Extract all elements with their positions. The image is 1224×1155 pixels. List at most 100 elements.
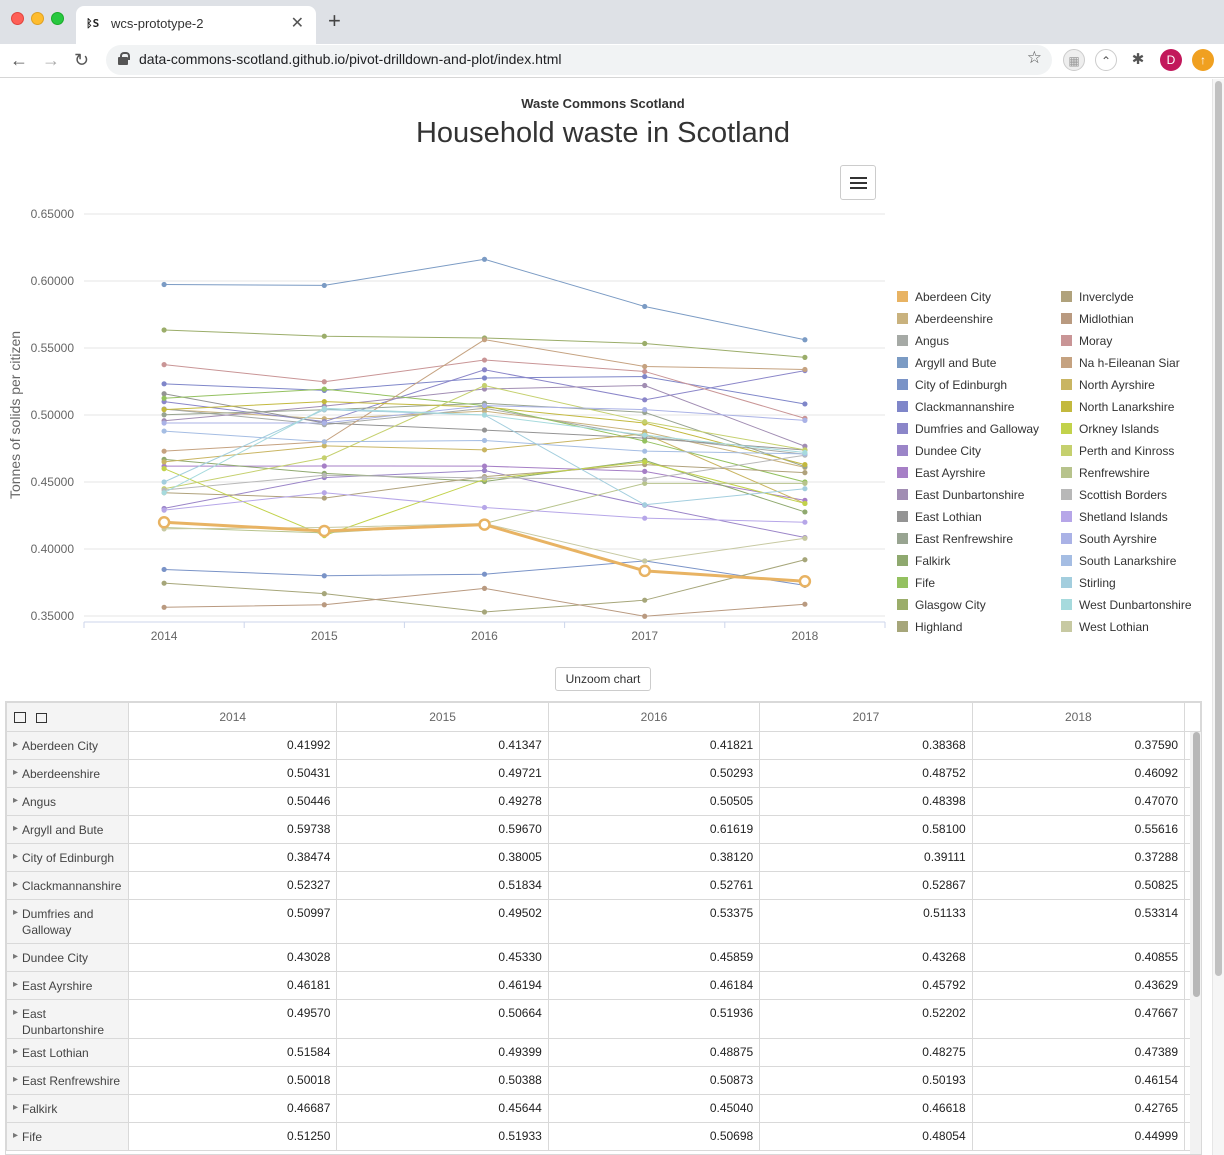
profile-avatar[interactable]: D <box>1160 49 1182 71</box>
forward-arrow-icon[interactable]: → <box>42 47 60 73</box>
legend-swatch[interactable] <box>897 401 908 412</box>
legend-item-label[interactable]: Fife <box>915 576 935 590</box>
zoom-window-button[interactable] <box>51 12 64 25</box>
puzzle-extensions-icon[interactable]: ✱ <box>1127 49 1149 71</box>
legend-swatch[interactable] <box>897 313 908 324</box>
bookmark-star-icon[interactable]: ☆ <box>1027 48 1042 68</box>
column-header[interactable]: 2015 <box>336 702 549 732</box>
legend-item-label[interactable]: East Dunbartonshire <box>915 488 1025 502</box>
unzoom-chart-button[interactable]: Unzoom chart <box>555 667 651 691</box>
minimize-window-button[interactable] <box>31 12 44 25</box>
legend-swatch[interactable] <box>1061 555 1072 566</box>
table-scrollbar-thumb[interactable] <box>1193 732 1200 997</box>
legend-swatch[interactable] <box>897 335 908 346</box>
legend-swatch[interactable] <box>1061 335 1072 346</box>
legend-swatch[interactable] <box>1061 291 1072 302</box>
legend-item-label[interactable]: Orkney Islands <box>1079 422 1159 436</box>
legend-item-label[interactable]: East Renfrewshire <box>915 532 1013 546</box>
legend-item-label[interactable]: Angus <box>915 334 949 348</box>
legend-item-label[interactable]: East Lothian <box>915 510 982 524</box>
legend-item-label[interactable]: Na h-Eileanan Siar <box>1079 356 1180 370</box>
row-header-expander[interactable]: East Ayrshire <box>6 971 129 1000</box>
extension-icon[interactable]: ▦ <box>1063 49 1085 71</box>
legend-item-label[interactable]: West Lothian <box>1079 620 1149 634</box>
legend-swatch[interactable] <box>1061 401 1072 412</box>
browser-tab[interactable]: ᛒS wcs-prototype-2 ✕ <box>76 6 316 44</box>
legend-swatch[interactable] <box>897 489 908 500</box>
legend-swatch[interactable] <box>897 467 908 478</box>
row-header-expander[interactable]: Clackmannanshire <box>6 871 129 900</box>
legend-item-label[interactable]: Argyll and Bute <box>915 356 997 370</box>
legend-item-label[interactable]: West Dunbartonshire <box>1079 598 1192 612</box>
legend-swatch[interactable] <box>1061 379 1072 390</box>
swap-axes-icon[interactable] <box>14 712 26 724</box>
legend-swatch[interactable] <box>897 423 908 434</box>
legend-item-label[interactable]: Aberdeenshire <box>915 312 993 326</box>
legend-item-label[interactable]: Inverclyde <box>1079 290 1134 304</box>
chart-menu-button[interactable] <box>840 165 876 200</box>
legend-swatch[interactable] <box>897 445 908 456</box>
row-header-expander[interactable]: Angus <box>6 787 129 816</box>
legend-swatch[interactable] <box>897 621 908 632</box>
legend-item-label[interactable]: South Ayrshire <box>1079 532 1157 546</box>
row-header-expander[interactable]: East Lothian <box>6 1038 129 1067</box>
legend-item-label[interactable]: Dumfries and Galloway <box>915 422 1039 436</box>
new-tab-button[interactable]: + <box>328 10 341 32</box>
row-header-expander[interactable]: City of Edinburgh <box>6 843 129 872</box>
row-header-expander[interactable]: East Renfrewshire <box>6 1066 129 1095</box>
legend-item-label[interactable]: Stirling <box>1079 576 1116 590</box>
update-icon[interactable]: ↑ <box>1192 49 1214 71</box>
legend-item-label[interactable]: East Ayrshire <box>915 466 986 480</box>
legend-item-label[interactable]: Clackmannanshire <box>915 400 1015 414</box>
legend-swatch[interactable] <box>897 511 908 522</box>
reload-icon[interactable]: ↻ <box>74 47 89 73</box>
close-tab-icon[interactable]: ✕ <box>291 13 304 33</box>
legend-swatch[interactable] <box>897 577 908 588</box>
legend-item-label[interactable]: Highland <box>915 620 962 634</box>
legend-item-label[interactable]: Shetland Islands <box>1079 510 1168 524</box>
table-scrollbar[interactable] <box>1190 732 1201 1154</box>
row-header-expander[interactable]: Aberdeen City <box>6 731 129 760</box>
column-header[interactable]: 2018 <box>971 702 1186 732</box>
row-header-expander[interactable]: Dumfries and Galloway <box>6 899 129 944</box>
legend-swatch[interactable] <box>1061 445 1072 456</box>
legend-item-label[interactable]: North Lanarkshire <box>1079 400 1175 414</box>
legend-swatch[interactable] <box>1061 577 1072 588</box>
legend-item-label[interactable]: North Ayrshire <box>1079 378 1155 392</box>
legend-swatch[interactable] <box>1061 467 1072 478</box>
legend-item-label[interactable]: Aberdeen City <box>915 290 991 304</box>
legend-item-label[interactable]: Falkirk <box>915 554 951 568</box>
row-header-expander[interactable]: Argyll and Bute <box>6 815 129 844</box>
legend-item-label[interactable]: Renfrewshire <box>1079 466 1150 480</box>
legend-item-label[interactable]: Perth and Kinross <box>1079 444 1174 458</box>
legend-swatch[interactable] <box>1061 511 1072 522</box>
legend-item-label[interactable]: Scottish Borders <box>1079 488 1167 502</box>
back-arrow-icon[interactable]: ← <box>10 47 28 73</box>
column-header[interactable]: 2014 <box>127 702 338 732</box>
address-bar[interactable]: data-commons-scotland.github.io/pivot-dr… <box>106 45 1052 75</box>
row-header-expander[interactable]: Fife <box>6 1122 129 1151</box>
legend-swatch[interactable] <box>1061 357 1072 368</box>
legend-swatch[interactable] <box>1061 423 1072 434</box>
legend-item-label[interactable]: Glasgow City <box>915 598 986 612</box>
legend-item-label[interactable]: City of Edinburgh <box>915 378 1007 392</box>
export-icon[interactable] <box>36 712 47 723</box>
legend-swatch[interactable] <box>897 357 908 368</box>
legend-swatch[interactable] <box>1061 313 1072 324</box>
row-header-expander[interactable]: Aberdeenshire <box>6 759 129 788</box>
legend-swatch[interactable] <box>897 291 908 302</box>
legend-swatch[interactable] <box>1061 489 1072 500</box>
column-header[interactable]: 2016 <box>547 702 761 732</box>
row-header-expander[interactable]: Dundee City <box>6 943 129 972</box>
legend-item-label[interactable]: Moray <box>1079 334 1112 348</box>
close-window-button[interactable] <box>11 12 24 25</box>
legend-swatch[interactable] <box>1061 533 1072 544</box>
extension-icon[interactable]: ⌃ <box>1095 49 1117 71</box>
legend-swatch[interactable] <box>897 379 908 390</box>
page-scrollbar[interactable] <box>1212 79 1224 1155</box>
legend-item-label[interactable]: Dundee City <box>915 444 981 458</box>
legend-swatch[interactable] <box>1061 599 1072 610</box>
legend-swatch[interactable] <box>897 599 908 610</box>
row-header-expander[interactable]: Falkirk <box>6 1094 129 1123</box>
legend-swatch[interactable] <box>1061 621 1072 632</box>
